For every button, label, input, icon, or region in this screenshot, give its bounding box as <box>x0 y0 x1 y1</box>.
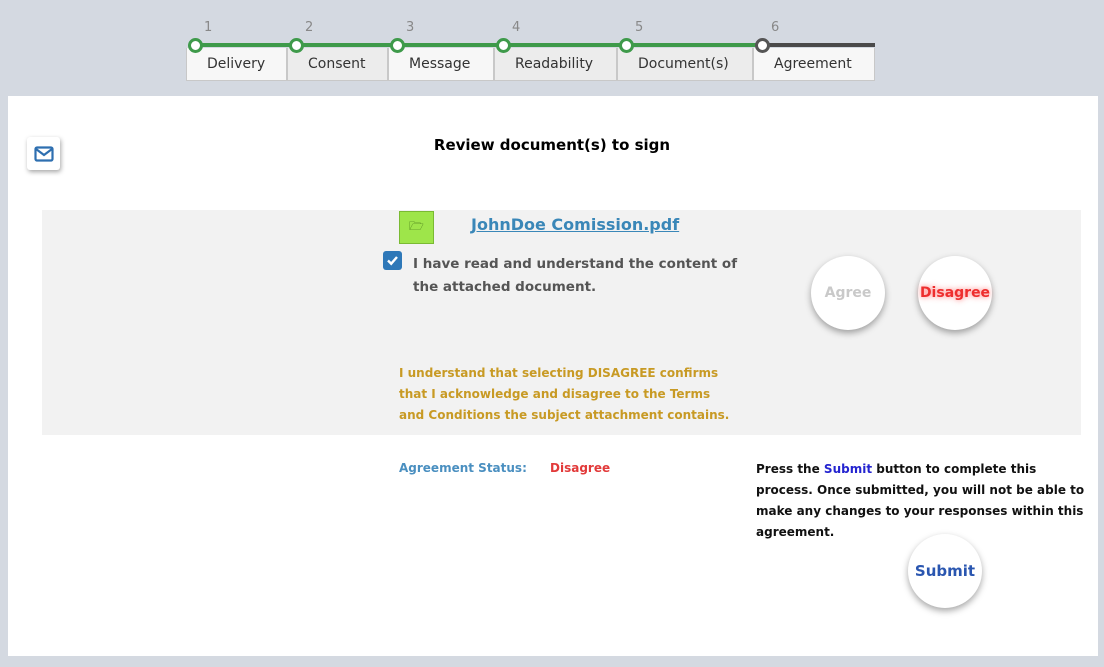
step-message[interactable]: 3 Message <box>388 0 506 82</box>
step-label: Readability <box>515 56 594 72</box>
submit-instructions: Press the Submit button to complete this… <box>756 459 1086 543</box>
step-complete-indicator <box>390 38 405 53</box>
step-documents[interactable]: 5 Document(s) <box>617 0 765 82</box>
step-number: 1 <box>204 20 213 35</box>
step-complete-indicator <box>188 38 203 53</box>
submit-button[interactable]: Submit <box>908 534 982 608</box>
step-complete-indicator <box>289 38 304 53</box>
step-number: 4 <box>512 20 521 35</box>
disagree-notice: I understand that selecting DISAGREE con… <box>399 366 730 422</box>
open-document-button[interactable]: 🗁 <box>399 211 434 244</box>
step-complete-indicator <box>619 38 634 53</box>
step-number: 6 <box>771 20 780 35</box>
step-label: Message <box>409 56 471 72</box>
step-tab-documents[interactable]: Document(s) <box>617 48 753 81</box>
step-complete-indicator <box>496 38 511 53</box>
step-tab-delivery[interactable]: Delivery <box>186 48 287 81</box>
step-number: 3 <box>406 20 415 35</box>
step-number: 5 <box>635 20 644 35</box>
step-progress-line <box>763 43 875 47</box>
step-current-indicator <box>755 38 770 53</box>
step-tab-readability[interactable]: Readability <box>494 48 617 81</box>
step-label: Document(s) <box>638 56 729 72</box>
step-label: Consent <box>308 56 366 72</box>
disagree-button[interactable]: Disagree <box>918 256 992 330</box>
agree-button[interactable]: Agree <box>811 256 885 330</box>
step-consent[interactable]: 2 Consent <box>287 0 400 82</box>
step-progress-line <box>297 43 400 47</box>
step-readability[interactable]: 4 Readability <box>494 0 629 82</box>
document-link[interactable]: JohnDoe Comission.pdf <box>471 215 679 234</box>
submit-info-prefix: Press the <box>756 462 824 476</box>
step-progress-line <box>196 43 299 47</box>
checkmark-icon <box>387 256 398 266</box>
step-tab-consent[interactable]: Consent <box>287 48 388 81</box>
step-progress-line <box>398 43 506 47</box>
step-number: 2 <box>305 20 314 35</box>
agreement-status-value: Disagree <box>550 461 611 475</box>
step-delivery[interactable]: 1 Delivery <box>186 0 299 82</box>
step-tab-agreement[interactable]: Agreement <box>753 48 875 81</box>
step-progress-line <box>627 43 765 47</box>
page-title: Review document(s) to sign <box>433 136 671 154</box>
step-progress-line <box>504 43 629 47</box>
step-tab-message[interactable]: Message <box>388 48 494 81</box>
folder-open-icon: 🗁 <box>409 219 424 233</box>
progress-stepper: 1 Delivery 2 Consent 3 Message 4 Readabi… <box>0 0 1104 96</box>
step-agreement[interactable]: 6 Agreement <box>753 0 875 82</box>
step-label: Agreement <box>774 56 852 72</box>
read-confirmation-label: I have read and understand the content o… <box>413 256 738 295</box>
agreement-status-label: Agreement Status: <box>399 461 527 475</box>
step-label: Delivery <box>207 56 266 72</box>
read-confirmation-checkbox[interactable] <box>383 251 402 270</box>
submit-info-highlight: Submit <box>823 462 873 476</box>
